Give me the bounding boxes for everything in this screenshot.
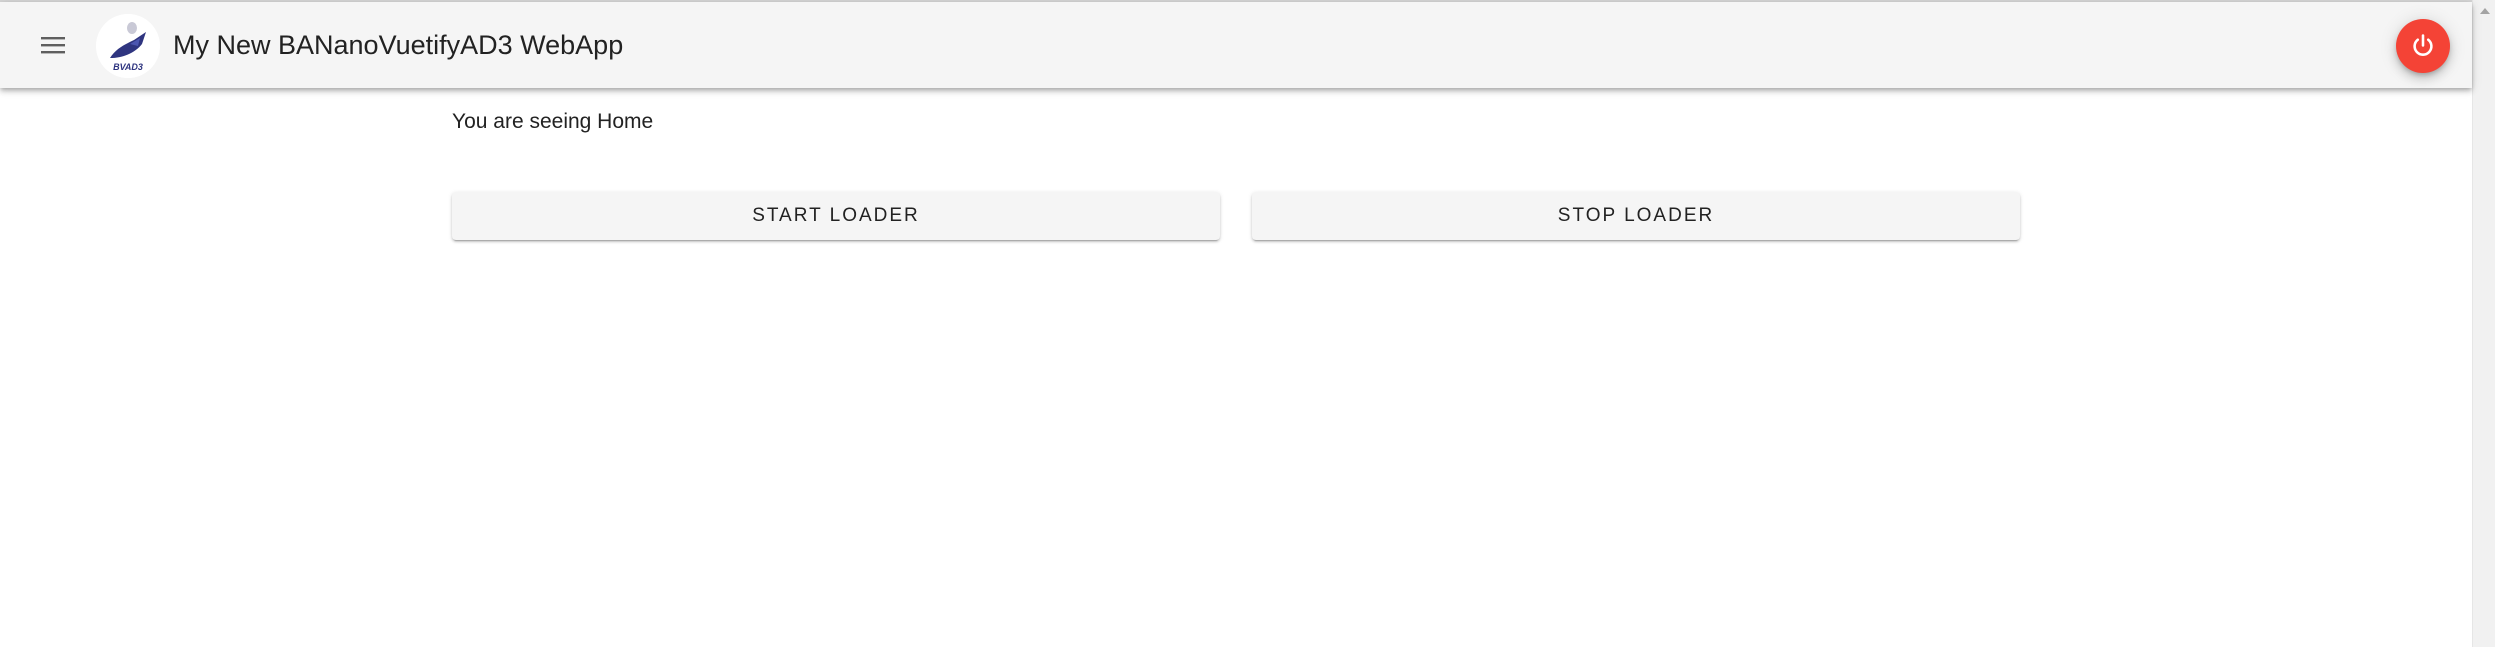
scroll-up-arrow-icon[interactable] [2480,8,2490,14]
menu-button[interactable] [28,20,78,70]
app-bar: BVAD3 My New BANanoVuetifyAD3 WebApp [0,2,2472,88]
app-window: BVAD3 My New BANanoVuetifyAD3 WebApp You… [0,0,2495,647]
logo-text: BVAD3 [113,62,143,72]
start-loader-button[interactable]: START LOADER [452,192,1220,240]
power-icon [2413,34,2433,56]
stop-loader-button[interactable]: STOP LOADER [1252,192,2020,240]
home-text: You are seeing Home [452,110,654,133]
vertical-scrollbar[interactable] [2472,0,2495,647]
logo-image: BVAD3 [96,14,160,78]
app-title: My New BANanoVuetifyAD3 WebApp [173,30,624,60]
power-button[interactable] [2396,19,2450,73]
app-logo[interactable]: BVAD3 [96,14,160,78]
hamburger-menu-icon [41,37,65,54]
